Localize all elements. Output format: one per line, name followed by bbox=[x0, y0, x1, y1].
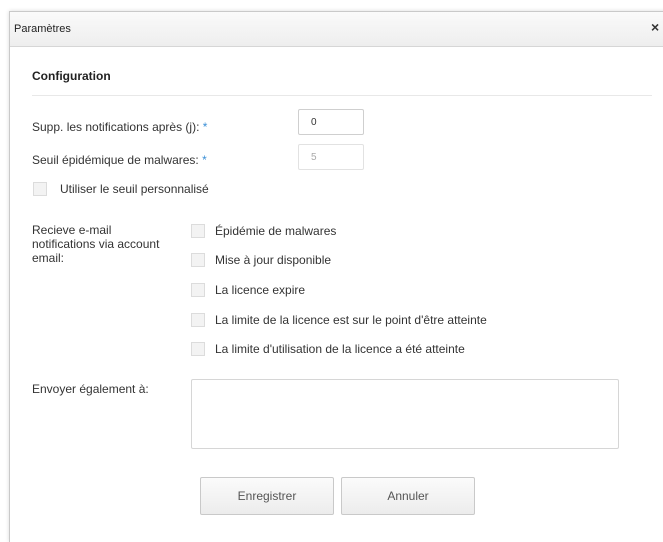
malware-threshold-label: Seuil épidémique de malwares: * bbox=[32, 153, 207, 167]
option-checkbox-malware-epidemic[interactable] bbox=[191, 224, 205, 238]
email-notifications-label-line3: email: bbox=[32, 251, 65, 265]
option-checkbox-license-limit-near[interactable] bbox=[191, 313, 205, 327]
section-title: Configuration bbox=[32, 69, 111, 83]
option-checkbox-license-expires[interactable] bbox=[191, 283, 205, 297]
cancel-button[interactable]: Annuler bbox=[341, 477, 475, 515]
option-checkbox-update-available[interactable] bbox=[191, 253, 205, 267]
malware-threshold-input[interactable] bbox=[298, 144, 364, 170]
delete-notifications-label-text: Supp. les notifications après (j): bbox=[32, 120, 200, 134]
required-marker: * bbox=[202, 153, 207, 167]
option-label-license-limit-reached: La limite d'utilisation de la licence a … bbox=[215, 342, 465, 356]
option-label-malware-epidemic: Épidémie de malwares bbox=[215, 224, 337, 238]
email-notifications-label-line2: notifications via account bbox=[32, 237, 160, 251]
also-send-textarea[interactable] bbox=[191, 379, 619, 449]
malware-threshold-label-text: Seuil épidémique de malwares: bbox=[32, 153, 199, 167]
dialog-titlebar: Paramètres × bbox=[10, 12, 663, 47]
section-divider bbox=[32, 95, 652, 96]
custom-threshold-checkbox[interactable] bbox=[33, 182, 47, 196]
custom-threshold-label: Utiliser le seuil personnalisé bbox=[60, 182, 209, 196]
required-marker: * bbox=[202, 120, 208, 134]
dialog-title: Paramètres bbox=[14, 23, 71, 35]
delete-notifications-input[interactable] bbox=[298, 109, 364, 135]
close-icon[interactable]: × bbox=[651, 20, 659, 34]
also-send-label: Envoyer également à: bbox=[32, 382, 149, 396]
email-notifications-label-line1: Recieve e-mail bbox=[32, 223, 112, 237]
save-button[interactable]: Enregistrer bbox=[200, 477, 334, 515]
settings-dialog: Paramètres × Configuration Supp. les not… bbox=[9, 11, 663, 542]
option-label-license-limit-near: La limite de la licence est sur le point… bbox=[215, 313, 487, 327]
option-label-update-available: Mise à jour disponible bbox=[215, 253, 332, 267]
option-checkbox-license-limit-reached[interactable] bbox=[191, 342, 205, 356]
option-label-license-expires: La licence expire bbox=[215, 283, 306, 297]
delete-notifications-label: Supp. les notifications après (j): * bbox=[32, 120, 207, 134]
